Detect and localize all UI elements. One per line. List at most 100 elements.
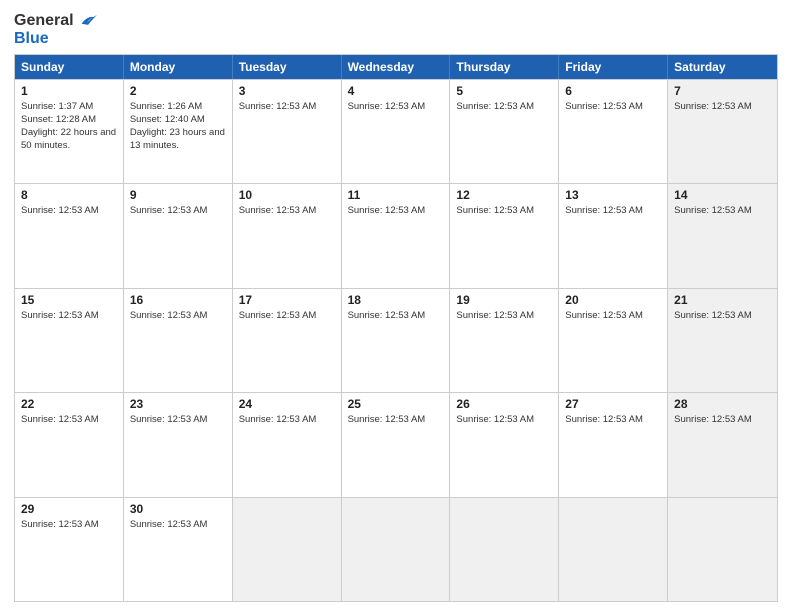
day-number: 5 bbox=[456, 84, 552, 98]
cal-cell-16: 16 Sunrise: 12:53 AM bbox=[124, 289, 233, 392]
cal-cell-22: 22 Sunrise: 12:53 AM bbox=[15, 393, 124, 496]
cal-cell-15: 15 Sunrise: 12:53 AM bbox=[15, 289, 124, 392]
day-number: 27 bbox=[565, 397, 661, 411]
day-number: 11 bbox=[348, 188, 444, 202]
day-info: Sunrise: 12:53 AM bbox=[565, 309, 661, 322]
logo-blue: Blue bbox=[14, 30, 98, 48]
day-number: 12 bbox=[456, 188, 552, 202]
cal-cell-30: 30 Sunrise: 12:53 AM bbox=[124, 498, 233, 601]
day-number: 3 bbox=[239, 84, 335, 98]
day-info: Sunrise: 12:53 AM bbox=[239, 309, 335, 322]
day-number: 10 bbox=[239, 188, 335, 202]
calendar-row-0: 1 Sunrise: 1:37 AM Sunset: 12:28 AM Dayli… bbox=[15, 79, 777, 183]
day-info: Sunrise: 12:53 AM bbox=[21, 413, 117, 426]
cal-cell-empty-4-2 bbox=[233, 498, 342, 601]
calendar-row-2: 15Sunrise: 12:53 AM16Sunrise: 12:53 AM17… bbox=[15, 288, 777, 392]
cal-cell-empty-4-6 bbox=[668, 498, 777, 601]
cal-cell-empty-4-5 bbox=[559, 498, 668, 601]
cal-cell-23: 23 Sunrise: 12:53 AM bbox=[124, 393, 233, 496]
day-number: 8 bbox=[21, 188, 117, 202]
calendar: SundayMondayTuesdayWednesdayThursdayFrid… bbox=[14, 54, 778, 602]
day-number: 2 bbox=[130, 84, 226, 98]
day-info: Sunrise: 12:53 AM bbox=[456, 309, 552, 322]
logo-bird-icon bbox=[76, 10, 98, 32]
day-info: Sunrise: 12:53 AM bbox=[21, 204, 117, 217]
cal-cell-1: 1 Sunrise: 1:37 AM Sunset: 12:28 AM Dayli… bbox=[15, 80, 124, 183]
day-info: Sunrise: 12:53 AM bbox=[456, 204, 552, 217]
day-info: Sunrise: 12:53 AM bbox=[239, 100, 335, 113]
logo: General Blue bbox=[14, 10, 98, 48]
header: General Blue bbox=[14, 10, 778, 48]
cal-cell-2: 2 Sunrise: 1:26 AM Sunset: 12:40 AM Dayli… bbox=[124, 80, 233, 183]
header-day-tuesday: Tuesday bbox=[233, 55, 342, 79]
day-number: 13 bbox=[565, 188, 661, 202]
day-number: 1 bbox=[21, 84, 117, 98]
day-number: 6 bbox=[565, 84, 661, 98]
day-number: 29 bbox=[21, 502, 117, 516]
cal-cell-empty-4-4 bbox=[450, 498, 559, 601]
cal-cell-14: 14 Sunrise: 12:53 AM bbox=[668, 184, 777, 287]
day-number: 21 bbox=[674, 293, 771, 307]
day-info: Sunrise: 1:26 AM Sunset: 12:40 AM Daylig… bbox=[130, 100, 226, 153]
day-number: 30 bbox=[130, 502, 226, 516]
cal-cell-28: 28Sunrise: 12:53 AM bbox=[668, 393, 777, 496]
day-number: 18 bbox=[348, 293, 444, 307]
day-number: 22 bbox=[21, 397, 117, 411]
day-number: 16 bbox=[130, 293, 226, 307]
cal-cell-empty-4-3 bbox=[342, 498, 451, 601]
day-number: 25 bbox=[348, 397, 444, 411]
day-info: Sunrise: 12:53 AM bbox=[239, 204, 335, 217]
cal-cell-24: 24 Sunrise: 12:53 AM bbox=[233, 393, 342, 496]
day-info: Sunrise: 1:37 AM Sunset: 12:28 AM Daylig… bbox=[21, 100, 117, 153]
day-number: 19 bbox=[456, 293, 552, 307]
header-day-friday: Friday bbox=[559, 55, 668, 79]
calendar-row-4: 29Sunrise: 12:53 AM 30 Sunrise: 12:53 AM bbox=[15, 497, 777, 601]
day-info: Sunrise: 12:53 AM bbox=[348, 204, 444, 217]
cal-cell-17: 17 Sunrise: 12:53 AM bbox=[233, 289, 342, 392]
day-info: Sunrise: 12:53 AM bbox=[130, 204, 226, 217]
cal-cell-18: 18 Sunrise: 12:53 AM bbox=[342, 289, 451, 392]
calendar-header: SundayMondayTuesdayWednesdayThursdayFrid… bbox=[15, 55, 777, 79]
day-number: 24 bbox=[239, 397, 335, 411]
cal-cell-19: 19 Sunrise: 12:53 AM bbox=[450, 289, 559, 392]
header-day-sunday: Sunday bbox=[15, 55, 124, 79]
calendar-row-1: 8 Sunrise: 12:53 AM 9 Sunrise: 12:53 AM 10 Su… bbox=[15, 183, 777, 287]
day-number: 23 bbox=[130, 397, 226, 411]
day-info: Sunrise: 12:53 AM bbox=[674, 204, 771, 217]
cal-cell-10: 10 Sunrise: 12:53 AM bbox=[233, 184, 342, 287]
cal-cell-29: 29Sunrise: 12:53 AM bbox=[15, 498, 124, 601]
header-day-wednesday: Wednesday bbox=[342, 55, 451, 79]
cal-cell-7: 7Sunrise: 12:53 AM bbox=[668, 80, 777, 183]
day-number: 14 bbox=[674, 188, 771, 202]
header-day-thursday: Thursday bbox=[450, 55, 559, 79]
cal-cell-4: 4Sunrise: 12:53 AM bbox=[342, 80, 451, 183]
cal-cell-5: 5Sunrise: 12:53 AM bbox=[450, 80, 559, 183]
day-info: Sunrise: 12:53 AM bbox=[565, 413, 661, 426]
cal-cell-27: 27 Sunrise: 12:53 AM bbox=[559, 393, 668, 496]
cal-cell-21: 21Sunrise: 12:53 AM bbox=[668, 289, 777, 392]
day-number: 4 bbox=[348, 84, 444, 98]
day-info: Sunrise: 12:53 AM bbox=[239, 413, 335, 426]
cal-cell-9: 9 Sunrise: 12:53 AM bbox=[124, 184, 233, 287]
cal-cell-11: 11 Sunrise: 12:53 AM bbox=[342, 184, 451, 287]
day-number: 17 bbox=[239, 293, 335, 307]
day-info: Sunrise: 12:53 AM bbox=[130, 309, 226, 322]
day-number: 26 bbox=[456, 397, 552, 411]
cal-cell-8: 8 Sunrise: 12:53 AM bbox=[15, 184, 124, 287]
logo-general: General bbox=[14, 10, 98, 32]
cal-cell-12: 12 Sunrise: 12:53 AM bbox=[450, 184, 559, 287]
day-number: 15 bbox=[21, 293, 117, 307]
day-info: Sunrise: 12:53 AM bbox=[348, 413, 444, 426]
day-info: Sunrise: 12:53 AM bbox=[348, 309, 444, 322]
day-info: Sunrise: 12:53 AM bbox=[21, 309, 117, 322]
cal-cell-26: 26Sunrise: 12:53 AM bbox=[450, 393, 559, 496]
day-number: 28 bbox=[674, 397, 771, 411]
day-info: Sunrise: 12:53 AM bbox=[130, 413, 226, 426]
day-info: Sunrise: 12:53 AM bbox=[130, 518, 226, 531]
cal-cell-13: 13Sunrise: 12:53 AM bbox=[559, 184, 668, 287]
page: General Blue SundayMondayTuesdayWednesda… bbox=[0, 0, 792, 612]
calendar-body: 1 Sunrise: 1:37 AM Sunset: 12:28 AM Dayli… bbox=[15, 79, 777, 601]
day-number: 9 bbox=[130, 188, 226, 202]
day-info: Sunrise: 12:53 AM bbox=[674, 100, 771, 113]
header-day-saturday: Saturday bbox=[668, 55, 777, 79]
